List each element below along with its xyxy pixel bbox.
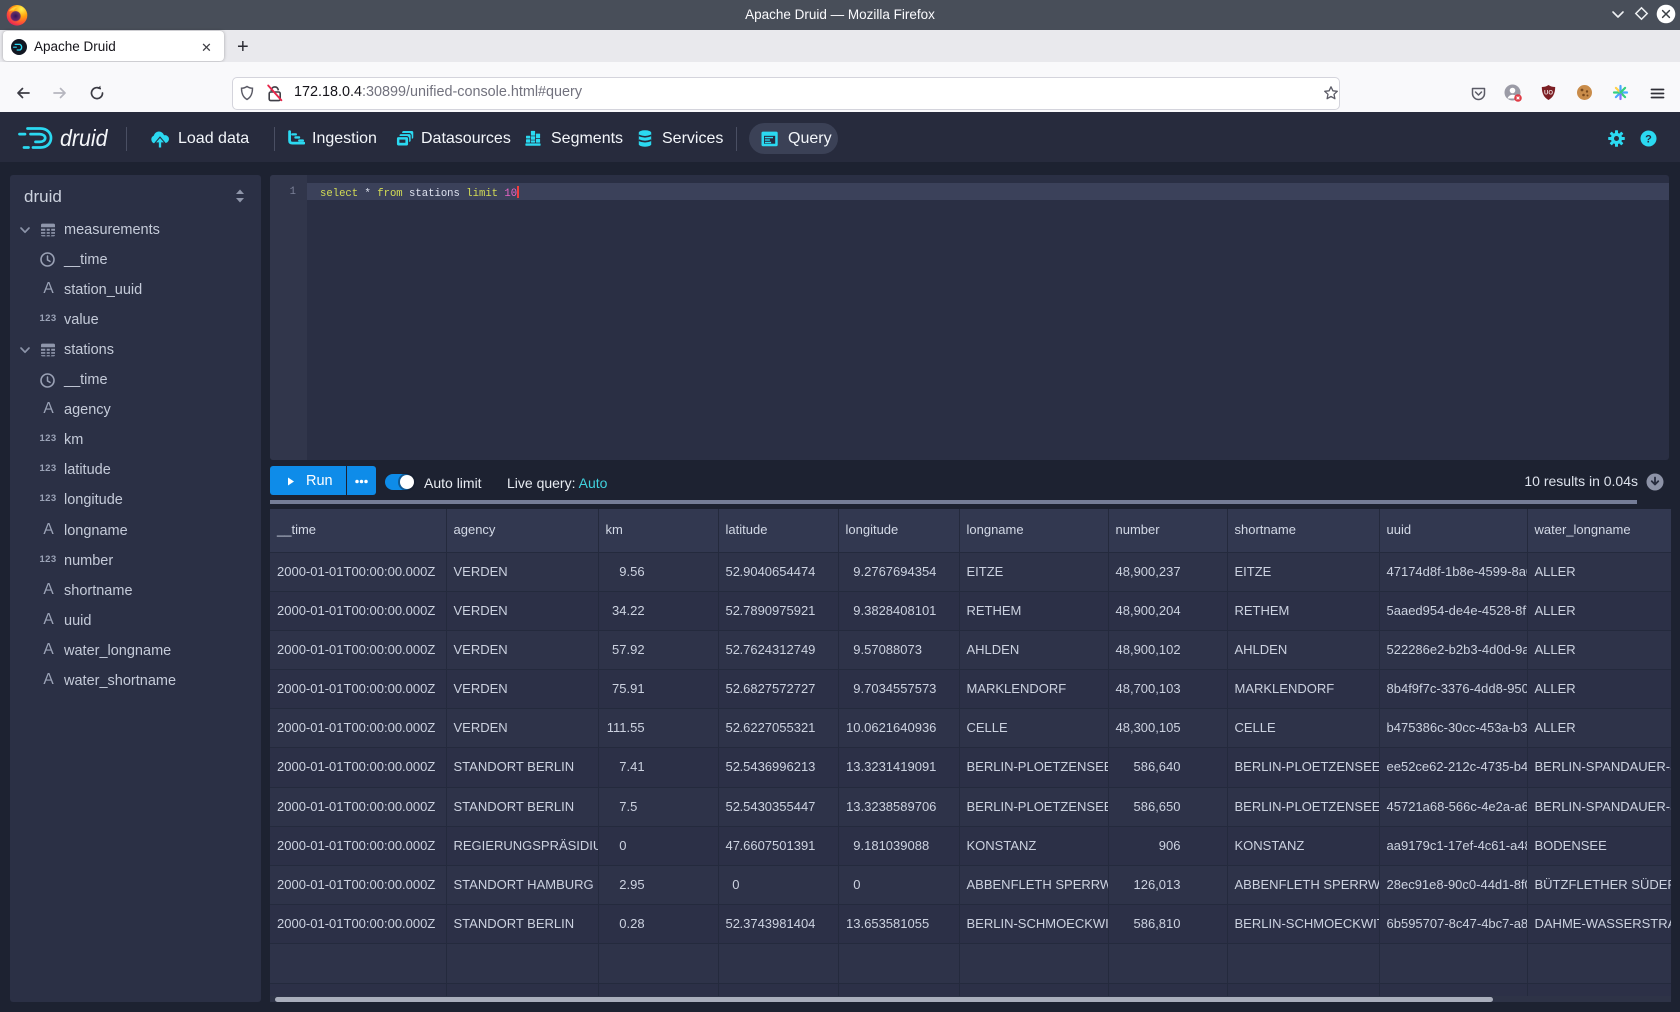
svg-text:?: ? <box>1645 133 1652 145</box>
svg-text:UO: UO <box>1544 91 1553 97</box>
